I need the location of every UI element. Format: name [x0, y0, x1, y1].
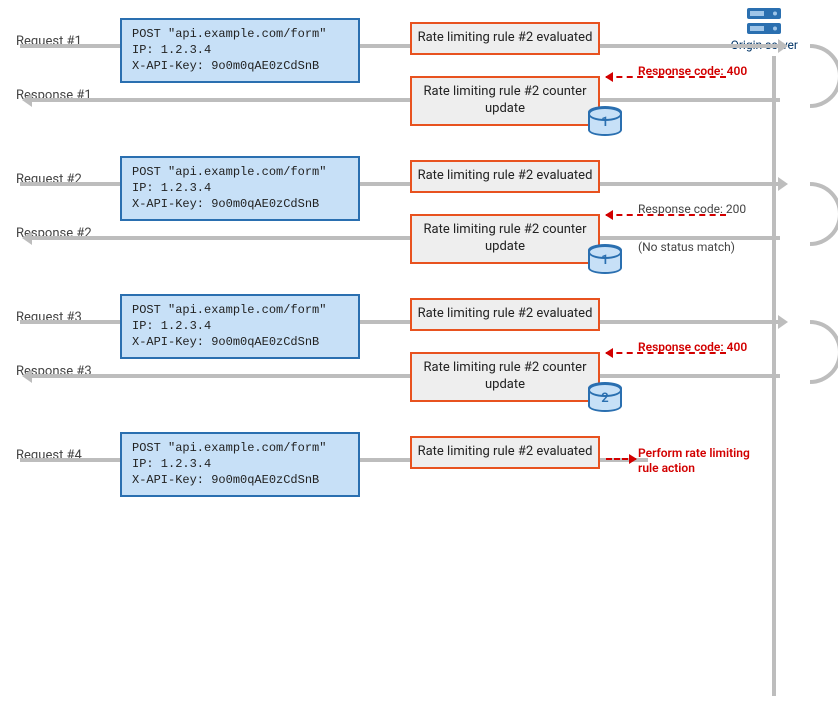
rule-eval-4: Rate limiting rule #2 evaluated	[410, 436, 600, 469]
nomatch-note-2: (No status match)	[638, 240, 735, 255]
server-loop-1	[810, 44, 838, 108]
response-3-line	[30, 374, 780, 378]
server-loop-2	[810, 182, 838, 246]
rule-eval-3: Rate limiting rule #2 evaluated	[410, 298, 600, 331]
counter-db-1: 1	[588, 106, 622, 136]
packet-3: POST "api.example.com/form" IP: 1.2.3.4 …	[120, 294, 360, 359]
status-note-3: Response code: 400	[638, 340, 747, 355]
rule-update-2: Rate limiting rule #2 counter update	[410, 214, 600, 264]
response-1-line	[30, 98, 780, 102]
request-4-row: Request #4 POST "api.example.com/form" I…	[30, 434, 808, 484]
database-icon: 1	[588, 106, 622, 136]
counter-db-2: 1	[588, 244, 622, 274]
counter-db-3: 2	[588, 382, 622, 412]
request-2-row: Request #2 POST "api.example.com/form" I…	[30, 158, 808, 208]
database-icon: 2	[588, 382, 622, 412]
rule-update-1: Rate limiting rule #2 counter update	[410, 76, 600, 126]
rule-update-3: Rate limiting rule #2 counter update	[410, 352, 600, 402]
status-note-2: Response code: 200	[638, 202, 746, 217]
action-note: Perform rate limiting rule action	[638, 446, 758, 476]
action-arrow	[606, 458, 636, 460]
packet-4: POST "api.example.com/form" IP: 1.2.3.4 …	[120, 432, 360, 497]
server-loop-3	[810, 320, 838, 384]
database-icon: 1	[588, 244, 622, 274]
status-note-1: Response code: 400	[638, 64, 747, 79]
request-3-row: Request #3 POST "api.example.com/form" I…	[30, 296, 808, 346]
rule-eval-1: Rate limiting rule #2 evaluated	[410, 22, 600, 55]
rule-eval-2: Rate limiting rule #2 evaluated	[410, 160, 600, 193]
request-1-row: Request #1 POST "api.example.com/form" I…	[30, 20, 808, 70]
packet-1: POST "api.example.com/form" IP: 1.2.3.4 …	[120, 18, 360, 83]
packet-2: POST "api.example.com/form" IP: 1.2.3.4 …	[120, 156, 360, 221]
